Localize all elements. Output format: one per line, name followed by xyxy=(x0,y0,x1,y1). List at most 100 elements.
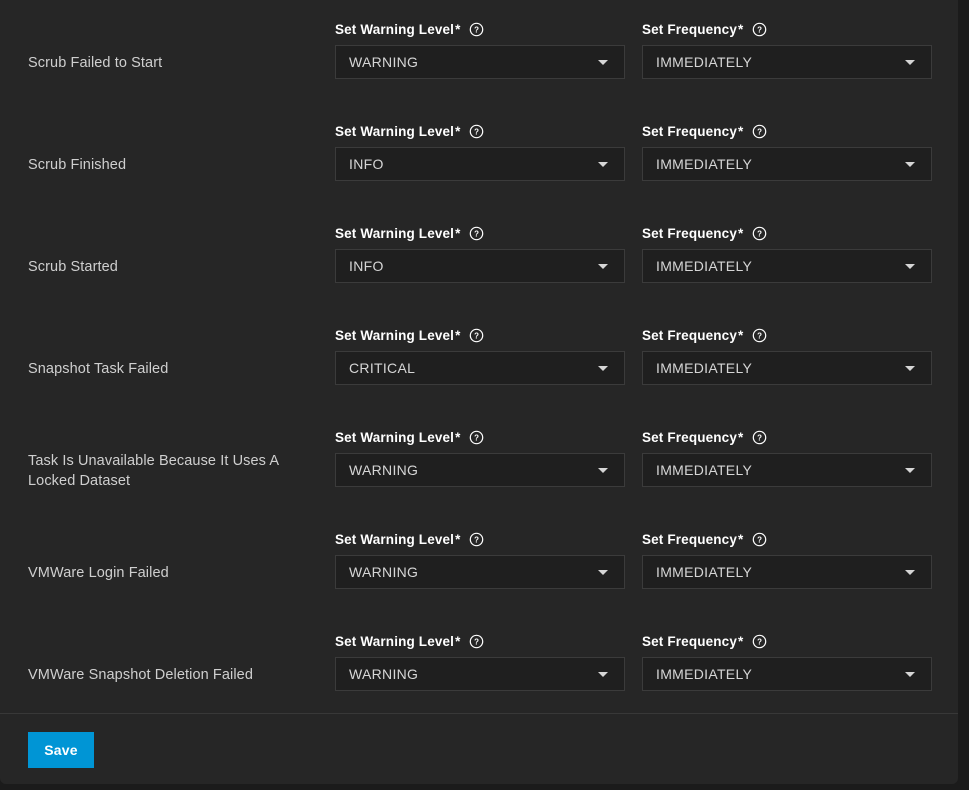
chevron-down-icon xyxy=(598,365,608,371)
alert-row-label: Scrub Finished xyxy=(28,157,127,173)
required-marker: * xyxy=(737,327,744,343)
help-circle-icon[interactable]: ? xyxy=(469,634,484,649)
alert-settings-row-5: VMWare Login Failed Set Warning Level * ?… xyxy=(0,510,958,612)
svg-text:?: ? xyxy=(474,331,479,340)
warning-level-field: Set Warning Level * ? INFO xyxy=(335,122,625,181)
warning-level-label: Set Warning Level xyxy=(335,531,455,547)
alert-settings-row-2: Scrub Started Set Warning Level * ? INFO … xyxy=(0,204,958,306)
help-circle-icon[interactable]: ? xyxy=(752,328,767,343)
frequency-field: Set Frequency * ? IMMEDIATELY xyxy=(642,632,932,691)
help-circle-icon[interactable]: ? xyxy=(752,226,767,241)
warning-level-select[interactable]: CRITICAL xyxy=(335,351,625,385)
warning-level-value: CRITICAL xyxy=(349,360,416,376)
warning-level-field: Set Warning Level * ? CRITICAL xyxy=(335,326,625,385)
frequency-label-group: Set Frequency * ? xyxy=(642,530,932,548)
alert-row-label: Scrub Started xyxy=(28,259,118,275)
required-marker: * xyxy=(455,531,461,547)
frequency-select[interactable]: IMMEDIATELY xyxy=(642,147,932,181)
svg-text:?: ? xyxy=(757,331,762,340)
warning-level-label-group: Set Warning Level * ? xyxy=(335,428,625,446)
frequency-field: Set Frequency * ? IMMEDIATELY xyxy=(642,122,932,181)
help-circle-icon[interactable]: ? xyxy=(469,226,484,241)
warning-level-select[interactable]: WARNING xyxy=(335,657,625,691)
svg-text:?: ? xyxy=(757,433,762,442)
frequency-label-group: Set Frequency * ? xyxy=(642,122,932,140)
required-marker: * xyxy=(455,327,461,343)
frequency-label: Set Frequency xyxy=(642,429,737,445)
warning-level-select[interactable]: INFO xyxy=(335,249,625,283)
help-circle-icon[interactable]: ? xyxy=(752,634,767,649)
frequency-field: Set Frequency * ? IMMEDIATELY xyxy=(642,20,932,79)
frequency-label: Set Frequency xyxy=(642,225,737,241)
warning-level-label: Set Warning Level xyxy=(335,633,455,649)
frequency-label-group: Set Frequency * ? xyxy=(642,632,932,650)
help-circle-icon[interactable]: ? xyxy=(469,532,484,547)
frequency-label: Set Frequency xyxy=(642,327,737,343)
alert-settings-row-3: Snapshot Task Failed Set Warning Level * … xyxy=(0,306,958,408)
alert-settings-row-4: Task Is Unavailable Because It Uses A Lo… xyxy=(0,408,958,510)
chevron-down-icon xyxy=(905,467,915,473)
required-marker: * xyxy=(737,21,744,37)
alert-settings-row-0: Scrub Failed to Start Set Warning Level *… xyxy=(0,0,958,102)
form-footer: Save xyxy=(0,714,958,784)
alert-row-label: Task Is Unavailable Because It Uses A Lo… xyxy=(28,453,279,489)
required-marker: * xyxy=(455,225,461,241)
warning-level-select[interactable]: INFO xyxy=(335,147,625,181)
chevron-down-icon xyxy=(598,569,608,575)
frequency-label-group: Set Frequency * ? xyxy=(642,326,932,344)
alert-row-label: Scrub Failed to Start xyxy=(28,55,163,71)
warning-level-select[interactable]: WARNING xyxy=(335,453,625,487)
frequency-label: Set Frequency xyxy=(642,21,737,37)
frequency-value: IMMEDIATELY xyxy=(656,666,753,682)
frequency-value: IMMEDIATELY xyxy=(656,564,753,580)
warning-level-label: Set Warning Level xyxy=(335,327,455,343)
required-marker: * xyxy=(737,225,744,241)
chevron-down-icon xyxy=(598,59,608,65)
save-button[interactable]: Save xyxy=(28,732,94,768)
chevron-down-icon xyxy=(905,263,915,269)
frequency-select[interactable]: IMMEDIATELY xyxy=(642,249,932,283)
warning-level-field: Set Warning Level * ? WARNING xyxy=(335,428,625,487)
svg-text:?: ? xyxy=(757,127,762,136)
chevron-down-icon xyxy=(905,671,915,677)
frequency-label-group: Set Frequency * ? xyxy=(642,20,932,38)
help-circle-icon[interactable]: ? xyxy=(752,22,767,37)
help-circle-icon[interactable]: ? xyxy=(752,532,767,547)
svg-text:?: ? xyxy=(757,637,762,646)
frequency-field: Set Frequency * ? IMMEDIATELY xyxy=(642,224,932,283)
help-circle-icon[interactable]: ? xyxy=(752,124,767,139)
warning-level-select[interactable]: WARNING xyxy=(335,555,625,589)
frequency-value: IMMEDIATELY xyxy=(656,462,753,478)
frequency-label-group: Set Frequency * ? xyxy=(642,224,932,242)
warning-level-value: WARNING xyxy=(349,462,419,478)
help-circle-icon[interactable]: ? xyxy=(469,22,484,37)
help-circle-icon[interactable]: ? xyxy=(752,430,767,445)
frequency-select[interactable]: IMMEDIATELY xyxy=(642,657,932,691)
svg-text:?: ? xyxy=(757,535,762,544)
warning-level-value: INFO xyxy=(349,258,384,274)
help-circle-icon[interactable]: ? xyxy=(469,124,484,139)
chevron-down-icon xyxy=(598,161,608,167)
required-marker: * xyxy=(455,21,461,37)
warning-level-select[interactable]: WARNING xyxy=(335,45,625,79)
frequency-select[interactable]: IMMEDIATELY xyxy=(642,555,932,589)
warning-level-field: Set Warning Level * ? WARNING xyxy=(335,632,625,691)
chevron-down-icon xyxy=(905,161,915,167)
help-circle-icon[interactable]: ? xyxy=(469,430,484,445)
frequency-select[interactable]: IMMEDIATELY xyxy=(642,45,932,79)
frequency-select[interactable]: IMMEDIATELY xyxy=(642,351,932,385)
svg-text:?: ? xyxy=(474,229,479,238)
alert-row-label: VMWare Snapshot Deletion Failed xyxy=(28,667,254,683)
frequency-field: Set Frequency * ? IMMEDIATELY xyxy=(642,428,932,487)
svg-text:?: ? xyxy=(474,433,479,442)
help-circle-icon[interactable]: ? xyxy=(469,328,484,343)
svg-text:?: ? xyxy=(474,535,479,544)
chevron-down-icon xyxy=(905,365,915,371)
warning-level-label-group: Set Warning Level * ? xyxy=(335,122,625,140)
required-marker: * xyxy=(455,123,461,139)
frequency-field: Set Frequency * ? IMMEDIATELY xyxy=(642,326,932,385)
frequency-select[interactable]: IMMEDIATELY xyxy=(642,453,932,487)
chevron-down-icon xyxy=(598,467,608,473)
required-marker: * xyxy=(455,429,461,445)
frequency-value: IMMEDIATELY xyxy=(656,360,753,376)
